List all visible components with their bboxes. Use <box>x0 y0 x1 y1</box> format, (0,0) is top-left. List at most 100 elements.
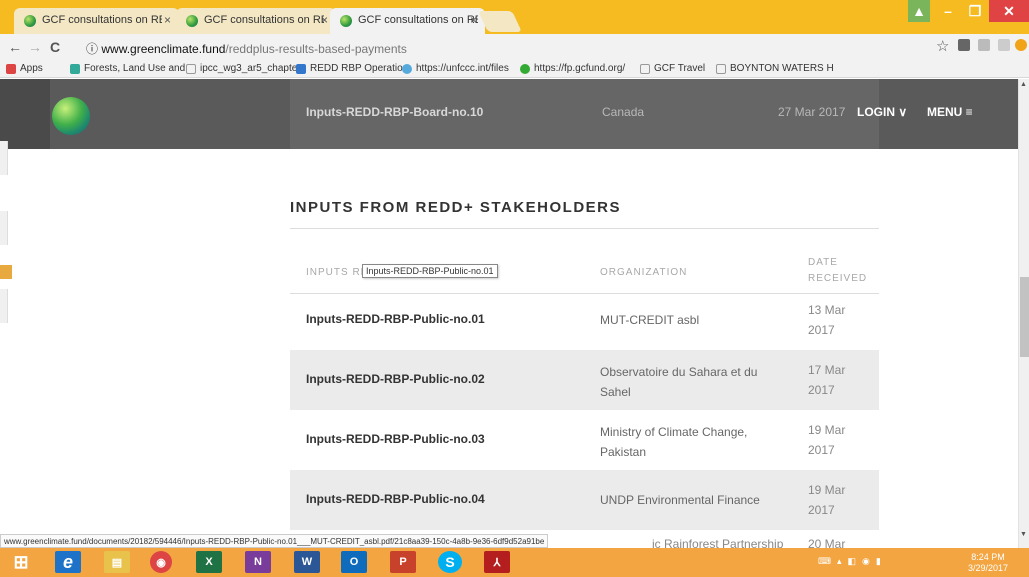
table-row: Inputs-REDD-RBP-Public-no.03 Ministry of… <box>290 410 879 470</box>
input-reference-link[interactable]: Inputs-REDD-RBP-Public-no.04 <box>306 492 485 506</box>
bookmark-gcf-travel[interactable]: GCF Travel <box>640 63 705 74</box>
scroll-down-arrow-icon[interactable]: ▼ <box>1020 531 1027 538</box>
battery-icon[interactable]: ▮ <box>876 556 881 567</box>
extension-icon[interactable] <box>998 39 1010 51</box>
bookmark-unfccc[interactable]: https://unfccc.int/files <box>402 63 509 74</box>
page-scrollbar[interactable]: ▲ ▼ <box>1018 79 1029 548</box>
clock-time: 8:24 PM <box>971 552 1005 562</box>
input-reference-link[interactable]: Inputs-REDD-RBP-Public-no.02 <box>306 372 485 386</box>
main-menu-button[interactable]: MENU ≡ <box>927 105 973 119</box>
column-header-organization: ORGANIZATION <box>600 267 688 278</box>
windows-taskbar: ⊞ e ▤ ◉ X N W O P S ⅄ ⌨ ▴ ◧ ◉ ▮ 8:24 PM … <box>0 548 1029 577</box>
tab-close-icon[interactable]: × <box>164 13 171 27</box>
extension-icon[interactable] <box>958 39 970 51</box>
date-line: 17 Mar <box>808 363 846 377</box>
doc-icon <box>716 63 726 74</box>
windows-start-icon[interactable]: ⊞ <box>8 551 34 573</box>
bookmark-label: Forests, Land Use and <box>84 63 186 74</box>
header-left-panel <box>0 79 50 149</box>
internet-explorer-icon[interactable]: e <box>55 551 81 573</box>
date-line: 2017 <box>808 383 835 397</box>
alert-extension-icon[interactable] <box>1015 39 1027 51</box>
left-edge-tab <box>0 211 8 245</box>
bookmark-label: https://unfccc.int/files <box>416 63 509 74</box>
tab-close-icon[interactable]: × <box>321 13 328 27</box>
organization-name: MUT-CREDIT asbl <box>600 313 700 327</box>
keyboard-icon[interactable]: ⌨ <box>818 556 831 567</box>
tab-strip: GCF consultations on RE × GCF consultati… <box>0 0 1029 34</box>
bookmark-apps[interactable]: Apps <box>6 63 43 74</box>
date-line: 19 Mar <box>808 483 846 497</box>
bookmark-ipcc[interactable]: ipcc_wg3_ar5_chapter <box>186 63 301 74</box>
date-received: 13 Mar 2017 <box>808 300 858 340</box>
tab-1[interactable]: GCF consultations on RE × <box>14 8 179 34</box>
tab-title: GCF consultations on RE <box>42 14 162 26</box>
back-arrow-icon[interactable]: ← <box>8 39 22 55</box>
file-explorer-icon[interactable]: ▤ <box>104 551 130 573</box>
input-reference-link[interactable]: Inputs-REDD-RBP-Board-no.10 <box>306 105 483 119</box>
forward-arrow-icon[interactable]: → <box>28 39 42 55</box>
organization-name: Observatoire du Sahara et du Sahel <box>600 365 758 399</box>
input-reference-link[interactable]: Inputs-REDD-RBP-Public-no.01 <box>306 312 485 326</box>
bookmark-label: REDD RBP Operation <box>310 63 409 74</box>
bookmark-forests[interactable]: Forests, Land Use and <box>70 63 185 74</box>
date-received: 27 Mar 2017 <box>778 105 846 119</box>
outlook-icon[interactable]: O <box>341 551 367 573</box>
table-row: Inputs-REDD-RBP-Public-no.04 UNDP Enviro… <box>290 470 879 530</box>
word-icon[interactable]: W <box>294 551 320 573</box>
tab-3-active[interactable]: GCF consultations on RE × <box>330 8 485 34</box>
tab-close-icon[interactable]: × <box>470 13 477 27</box>
bookmark-fp-gcfund[interactable]: https://fp.gcfund.org/ <box>520 63 625 74</box>
reload-icon[interactable]: C <box>50 39 60 55</box>
date-line: 2017 <box>808 443 835 457</box>
onenote-icon[interactable]: N <box>245 551 271 573</box>
link-tooltip: Inputs-REDD-RBP-Public-no.01 <box>362 264 498 278</box>
left-edge-flag-icon <box>0 265 12 279</box>
show-hidden-icons-icon[interactable]: ▴ <box>837 556 842 567</box>
bookmark-boynton[interactable]: BOYNTON WATERS H <box>716 63 834 74</box>
table-row: Inputs-REDD-RBP-Public-no.01 MUT-CREDIT … <box>290 290 879 350</box>
system-clock[interactable]: 8:24 PM 3/29/2017 <box>968 552 1008 574</box>
bookmarks-bar: Apps Forests, Land Use and ipcc_wg3_ar5_… <box>0 60 1029 78</box>
bookmark-label: ipcc_wg3_ar5_chapter <box>200 63 301 74</box>
extension-icon[interactable] <box>978 39 990 51</box>
network-icon[interactable]: ◧ <box>848 556 857 567</box>
chrome-icon[interactable]: ◉ <box>150 551 172 573</box>
bookmark-star-icon[interactable]: ☆ <box>936 37 949 55</box>
divider <box>290 228 879 229</box>
date-line: 2017 <box>808 323 835 337</box>
minimize-button[interactable]: – <box>935 0 961 22</box>
gcf-favicon-icon <box>340 15 352 27</box>
web-page: Inputs-REDD-RBP-Board-no.10 Canada 27 Ma… <box>0 79 1018 534</box>
doc-icon <box>186 63 196 74</box>
column-header-date-line: DATE <box>808 257 838 268</box>
column-header-date-line: RECEIVED <box>808 273 868 284</box>
tab-2[interactable]: GCF consultations on RE × <box>176 8 336 34</box>
address-bar[interactable]: ⓘ www.greenclimate.fund/reddplus-results… <box>86 37 926 57</box>
scrollbar-thumb[interactable] <box>1020 277 1029 357</box>
user-profile-icon[interactable]: ▲ <box>908 0 930 22</box>
acrobat-icon[interactable]: ⅄ <box>484 551 510 573</box>
close-window-button[interactable]: ✕ <box>989 0 1029 22</box>
bookmark-label: BOYNTON WATERS H <box>730 63 834 74</box>
skype-icon[interactable]: S <box>438 551 462 573</box>
tab-title: GCF consultations on RE <box>204 14 324 26</box>
gcf-logo-icon[interactable] <box>52 97 90 135</box>
maximize-button[interactable]: ❐ <box>962 0 988 22</box>
left-edge-tab <box>0 289 8 323</box>
volume-icon[interactable]: ◉ <box>862 556 870 567</box>
forest-icon <box>70 63 80 74</box>
table-row: Inputs-REDD-RBP-Public-no.02 Observatoir… <box>290 350 879 410</box>
excel-icon[interactable]: X <box>196 551 222 573</box>
input-reference-link[interactable]: Inputs-REDD-RBP-Public-no.03 <box>306 432 485 446</box>
powerpoint-icon[interactable]: P <box>390 551 416 573</box>
column-header-date: DATE RECEIVED <box>808 255 867 287</box>
date-line: 19 Mar <box>808 423 846 437</box>
redd-icon <box>296 63 306 74</box>
bookmark-redd-rbp[interactable]: REDD RBP Operation <box>296 63 408 74</box>
scroll-up-arrow-icon[interactable]: ▲ <box>1020 81 1027 88</box>
organization-name: Ministry of Climate Change, Pakistan <box>600 425 748 459</box>
date-line: 13 Mar <box>808 303 846 317</box>
login-menu-button[interactable]: LOGIN ∨ <box>857 105 907 119</box>
site-info-icon[interactable]: ⓘ <box>86 42 98 56</box>
